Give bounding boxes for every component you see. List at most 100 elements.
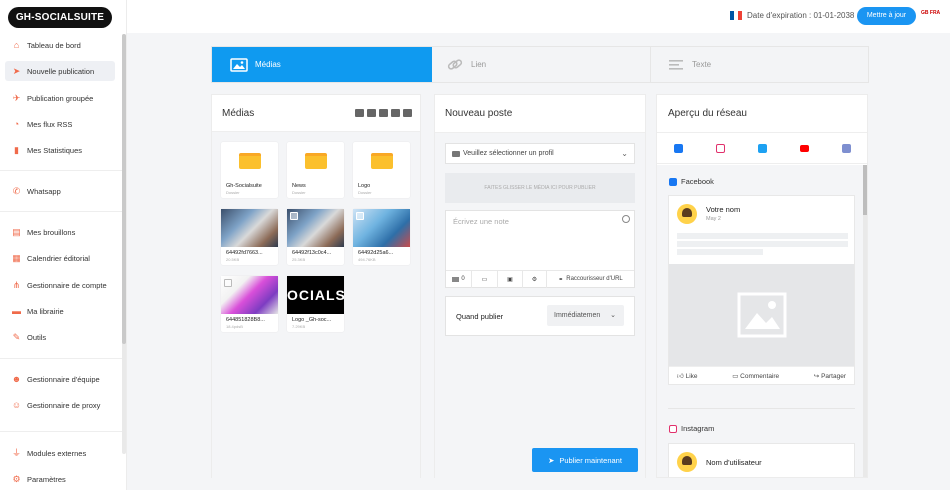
counter-value: 0 xyxy=(461,276,465,282)
app-logo[interactable]: GH-SOCIALSUITE xyxy=(8,7,112,28)
sidebar-item-rss[interactable]: ◔ Mes flux RSS xyxy=(5,114,115,134)
sidebar-divider xyxy=(0,431,122,432)
sidebar-item-drafts[interactable]: ▤ Mes brouillons xyxy=(5,222,115,242)
char-counter: 0 xyxy=(446,270,472,288)
media-thumbnail xyxy=(221,209,278,247)
share-label: Partager xyxy=(821,372,846,380)
text-skeleton xyxy=(677,241,848,247)
note-placeholder: Écrivez une note xyxy=(453,217,509,226)
tab-instagram[interactable] xyxy=(699,133,741,163)
note-textarea[interactable]: Écrivez une note 0 ▭ ▣ ⚙ ⚭ Raccourisseur … xyxy=(445,210,635,288)
media-name: Logo xyxy=(358,183,371,189)
france-flag-icon xyxy=(730,11,742,20)
sidebar-item-settings[interactable]: ⚙ Paramètres xyxy=(5,469,115,489)
whatsapp-icon: ✆ xyxy=(12,185,21,196)
tab-text[interactable]: Texte xyxy=(650,47,868,82)
preview-user-name: Votre nom xyxy=(706,205,741,214)
sidebar-item-team-manager[interactable]: ☻ Gestionnaire d'équipe xyxy=(5,369,115,389)
publish-now-label: Publier maintenant xyxy=(559,455,622,465)
computer-icon[interactable] xyxy=(355,109,364,117)
media-checkbox[interactable] xyxy=(290,212,298,220)
media-folder[interactable]: News Dossier xyxy=(287,142,344,198)
profile-select[interactable]: Veuillez sélectionner un profil ⌄ xyxy=(445,143,635,164)
media-image[interactable]: OCIALS Logo _Gh-soc... 7.29KB xyxy=(287,276,344,332)
top-header: Date d'expiration : 01-01-2038 Mettre à … xyxy=(127,0,950,33)
sidebar-item-new-publication[interactable]: ➤ Nouvelle publication xyxy=(5,61,115,81)
media-meta: 25.3KB xyxy=(292,257,306,262)
sidebar-item-tools[interactable]: ✎ Outils xyxy=(5,327,115,347)
emoji-icon[interactable] xyxy=(622,215,630,223)
dropbox-icon[interactable] xyxy=(367,109,376,117)
media-checkbox[interactable] xyxy=(224,279,232,287)
sidebar-item-proxy-manager[interactable]: ☺ Gestionnaire de proxy xyxy=(5,395,115,415)
team-icon: ☻ xyxy=(11,373,22,384)
save-icon[interactable]: ▣ xyxy=(498,270,523,288)
sidebar-item-dashboard[interactable]: ⌂ Tableau de bord xyxy=(5,35,115,55)
app: GH-SOCIALSUITE ⌂ Tableau de bord ➤ Nouvell… xyxy=(0,0,950,490)
media-name: 64492d25a6... xyxy=(358,250,394,256)
sidebar-item-library[interactable]: ▬ Ma librairie xyxy=(5,301,115,321)
calendar-icon: ▦ xyxy=(12,252,21,263)
url-shortener-label: Raccourisseur d'URL xyxy=(566,276,623,282)
sidebar-item-bulk-publication[interactable]: ✈ Publication groupée xyxy=(5,88,115,108)
tab-google-business[interactable] xyxy=(825,133,867,163)
tab-media[interactable]: Médias xyxy=(212,47,432,82)
sidebar-item-stats[interactable]: ▮ Mes Statistiques xyxy=(5,140,115,160)
update-button[interactable]: Mettre à jour xyxy=(857,7,916,25)
sidebar-item-label: Gestionnaire de proxy xyxy=(27,400,101,410)
google-drive-icon[interactable] xyxy=(379,109,388,117)
media-meta: Dossier xyxy=(358,190,372,195)
preview-scroll-thumb[interactable] xyxy=(863,165,867,215)
instagram-post-preview: Nom d'utilisateur xyxy=(668,443,855,477)
language-switch[interactable]: GB FRA xyxy=(921,10,941,22)
media-sources xyxy=(355,109,412,117)
like-label: Like xyxy=(685,372,698,380)
media-name: 64492f13c0c4... xyxy=(292,250,332,256)
sidebar-scroll-thumb[interactable] xyxy=(122,34,126,344)
instagram-section-title: Instagram xyxy=(669,424,714,433)
media-checkbox[interactable] xyxy=(356,212,364,220)
media-image[interactable]: 64492fd7663... 20.5KB xyxy=(221,209,278,265)
media-meta: 7.29KB xyxy=(292,324,306,329)
tab-youtube[interactable] xyxy=(783,133,825,163)
media-meta: 494.76KB xyxy=(358,257,376,262)
media-folder[interactable]: Gh-Socialsuite Dossier xyxy=(221,142,278,198)
cloud-icon[interactable] xyxy=(391,109,400,117)
like-button[interactable]: 👍︎ Like xyxy=(677,372,698,380)
media-image[interactable]: 644851828B8... 18.4pdsB xyxy=(221,276,278,332)
media-drop-zone[interactable]: FAITES GLISSER LE MÉDIA ICI POUR PUBLIER xyxy=(445,173,635,203)
media-image[interactable]: 64492d25a6... 494.76KB xyxy=(353,209,410,265)
new-post-title: Nouveau poste xyxy=(445,108,513,119)
tab-link[interactable]: Lien xyxy=(432,47,650,82)
home-icon: ⌂ xyxy=(13,39,20,50)
tab-twitter[interactable] xyxy=(741,133,783,163)
avatar xyxy=(677,452,697,472)
new-post-body: Veuillez sélectionner un profil ⌄ FAITES… xyxy=(435,132,645,478)
sidebar-item-whatsapp[interactable]: ✆ Whatsapp xyxy=(5,181,115,201)
schedule-value: Immédiatemen xyxy=(554,312,601,319)
chart-icon: ▮ xyxy=(14,144,19,155)
sidebar-item-calendar[interactable]: ▦ Calendrier éditorial xyxy=(5,248,115,268)
sidebar-item-account-manager[interactable]: ⋔ Gestionnaire de compte xyxy=(5,275,115,295)
sidebar-item-external-modules[interactable]: ⏚ Modules externes xyxy=(5,443,115,463)
sidebar-item-label: Mes Statistiques xyxy=(27,145,83,155)
media-name: 64492fd7663... xyxy=(226,250,263,256)
comment-button[interactable]: ▭ Commentaire xyxy=(732,372,779,380)
media-thumbnail: OCIALS xyxy=(287,276,344,314)
section-divider xyxy=(668,408,855,409)
network-tabs xyxy=(657,132,867,164)
share-button[interactable]: ↪ Partager xyxy=(814,372,846,380)
media-folder[interactable]: Logo Dossier xyxy=(353,142,410,198)
media-image[interactable]: 64492f13c0c4... 25.3KB xyxy=(287,209,344,265)
logo-thumb-text: OCIALS xyxy=(287,287,344,303)
instagram-label: Instagram xyxy=(681,424,715,433)
settings-icon[interactable]: ⚙ xyxy=(523,270,547,288)
tab-link-label: Lien xyxy=(471,60,487,69)
comment-icon[interactable]: ▭ xyxy=(472,270,498,288)
schedule-select[interactable]: Immédiatemen ⌄ xyxy=(547,305,624,326)
grid-icon[interactable] xyxy=(403,109,412,117)
publish-now-button[interactable]: ➤ Publier maintenant xyxy=(532,448,638,472)
sidebar-divider xyxy=(0,211,122,212)
tab-facebook[interactable] xyxy=(657,133,699,163)
url-shortener-button[interactable]: ⚭ Raccourisseur d'URL xyxy=(547,271,634,288)
